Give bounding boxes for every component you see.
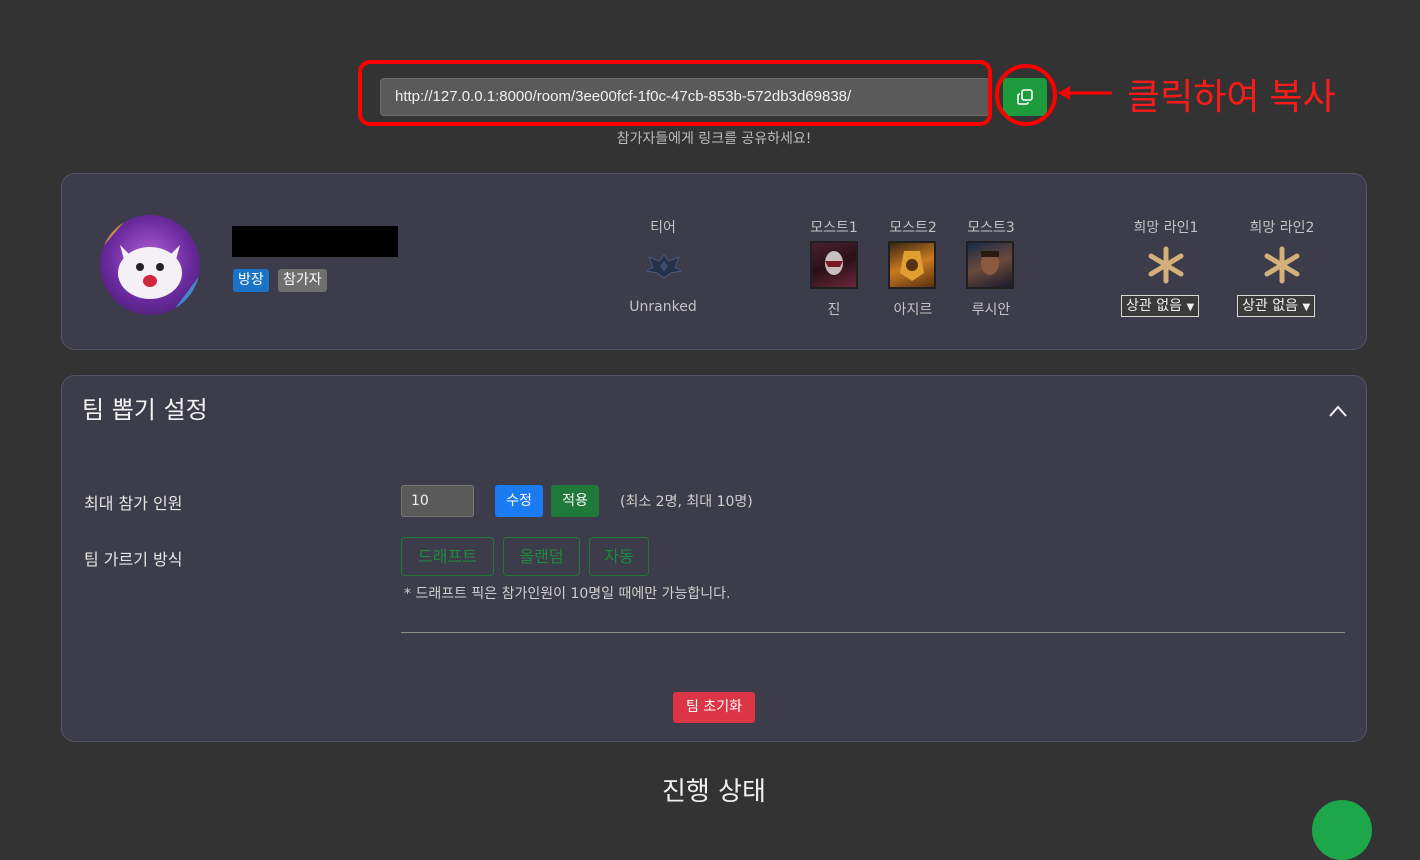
annotation-highlight-box	[358, 60, 992, 126]
unranked-emblem-icon	[645, 254, 683, 279]
annotation-highlight-circle	[995, 64, 1057, 126]
max-participants-label: 최대 참가 인원	[84, 494, 183, 513]
edit-button[interactable]: 수정	[495, 485, 543, 517]
most2-champion: 아지르	[893, 302, 933, 318]
annotation-text: 클릭하여 복사	[1127, 76, 1336, 117]
host-badge: 방장	[233, 269, 269, 292]
mode-all-random-button[interactable]: 올랜덤	[503, 537, 580, 576]
lane2-select-value: 상관 없음	[1242, 298, 1298, 314]
mode-draft-button[interactable]: 드래프트	[401, 537, 494, 576]
lane2-label: 희망 라인2	[1249, 220, 1315, 236]
tier-value: Unranked	[629, 299, 697, 315]
most3-champion: 루시안	[971, 302, 1011, 318]
lane1-select[interactable]: 상관 없음 ▼	[1121, 295, 1200, 317]
avatar	[100, 215, 200, 315]
participant-badge: 참가자	[278, 269, 327, 292]
username-redacted	[232, 226, 398, 257]
team-split-mode-label: 팀 가르기 방식	[84, 550, 183, 569]
avatar-image	[100, 215, 200, 315]
chevron-down-icon: ▼	[1186, 302, 1195, 313]
team-settings-card	[61, 375, 1367, 742]
divider	[401, 632, 1345, 633]
most2-label: 모스트2	[889, 220, 937, 236]
mode-auto-button[interactable]: 자동	[589, 537, 649, 576]
max-participants-input[interactable]: 10	[401, 485, 474, 517]
participant-limit-note: (최소 2명, 최대 10명)	[620, 494, 753, 510]
reset-teams-button[interactable]: 팀 초기화	[673, 692, 755, 723]
floating-action-button[interactable]	[1312, 800, 1372, 860]
chevron-up-icon[interactable]	[1327, 403, 1349, 419]
share-hint: 참가자들에게 링크를 공유하세요!	[616, 131, 812, 147]
progress-status-title: 진행 상태	[662, 777, 766, 807]
annotation-arrow	[1058, 86, 1112, 100]
lane-fill-icon	[1148, 246, 1184, 284]
champion-lucian-portrait	[966, 241, 1014, 289]
lane-fill-icon	[1264, 246, 1300, 284]
draft-mode-note: * 드래프트 픽은 참가인원이 10명일 때에만 가능합니다.	[404, 586, 731, 602]
champion-jhin-portrait	[810, 241, 858, 289]
lane2-select[interactable]: 상관 없음 ▼	[1237, 295, 1316, 317]
chevron-down-icon: ▼	[1302, 302, 1311, 313]
most3-label: 모스트3	[967, 220, 1015, 236]
most1-label: 모스트1	[810, 220, 858, 236]
champion-azir-portrait	[888, 241, 936, 289]
lane1-select-value: 상관 없음	[1126, 298, 1182, 314]
tier-label: 티어	[650, 220, 676, 236]
settings-title: 팀 뽑기 설정	[82, 396, 208, 424]
most1-champion: 진	[827, 302, 841, 318]
apply-button[interactable]: 적용	[551, 485, 599, 517]
lane1-label: 희망 라인1	[1133, 220, 1199, 236]
